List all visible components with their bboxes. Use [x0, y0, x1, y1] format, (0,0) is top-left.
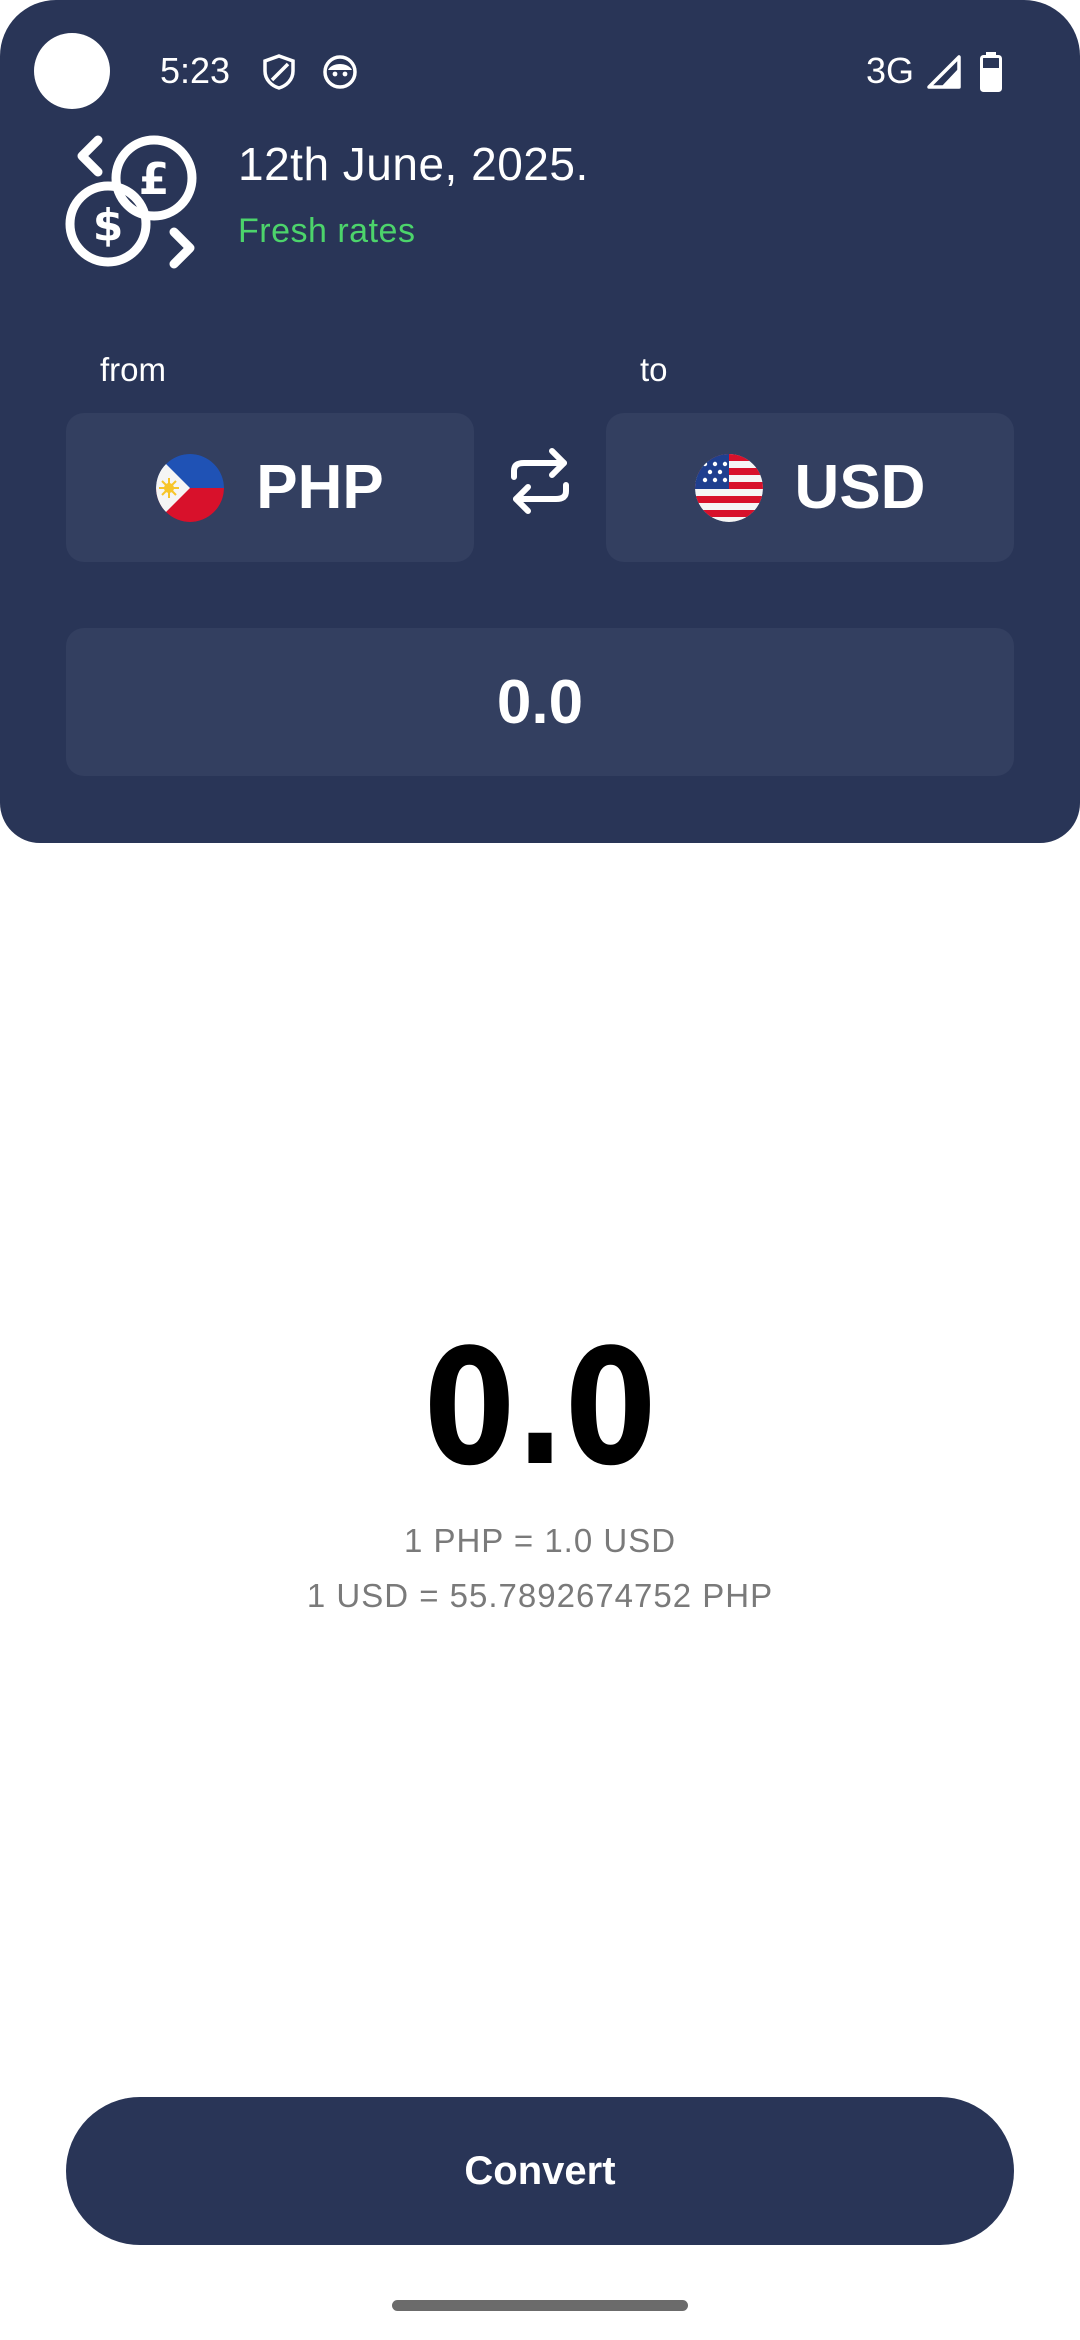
from-currency-selector[interactable]: PHP	[66, 413, 474, 562]
rates-status: Fresh rates	[238, 212, 416, 250]
currency-exchange-icon: £ $	[65, 135, 197, 269]
from-label: from	[100, 351, 166, 388]
convert-button[interactable]: Convert	[66, 2097, 1014, 2245]
signal-icon	[927, 55, 961, 89]
swap-icon[interactable]	[504, 445, 576, 517]
svg-text:£: £	[139, 154, 170, 205]
to-label: to	[640, 351, 668, 388]
to-currency-code: USD	[794, 452, 926, 522]
rate-forward: 1 PHP = 1.0 USD	[403, 1522, 677, 1559]
rate-reverse: 1 USD = 55.7892674752 PHP	[306, 1577, 774, 1614]
status-bar: 5:23 3G	[0, 0, 1080, 140]
usa-flag-icon	[694, 453, 763, 522]
philippines-flag-icon	[156, 453, 225, 522]
converted-result: 0.0	[423, 1314, 657, 1501]
camera-cutout	[34, 33, 110, 109]
from-currency-code: PHP	[256, 452, 384, 522]
home-indicator[interactable]	[392, 2300, 688, 2311]
rates-date: 12th June, 2025.	[238, 138, 589, 190]
amount-input[interactable]: 0.0	[66, 628, 1014, 776]
to-currency-selector[interactable]: USD	[606, 413, 1014, 562]
battery-icon	[980, 52, 1002, 92]
amount-value: 0.0	[496, 667, 584, 737]
face-icon	[323, 55, 357, 89]
header-panel: 5:23 3G £ $ 12th June, 2025. Fresh rates…	[0, 0, 1080, 843]
svg-text:$: $	[93, 200, 124, 251]
status-time: 5:23	[160, 50, 231, 91]
shield-icon	[263, 54, 295, 90]
network-type: 3G	[866, 50, 915, 91]
